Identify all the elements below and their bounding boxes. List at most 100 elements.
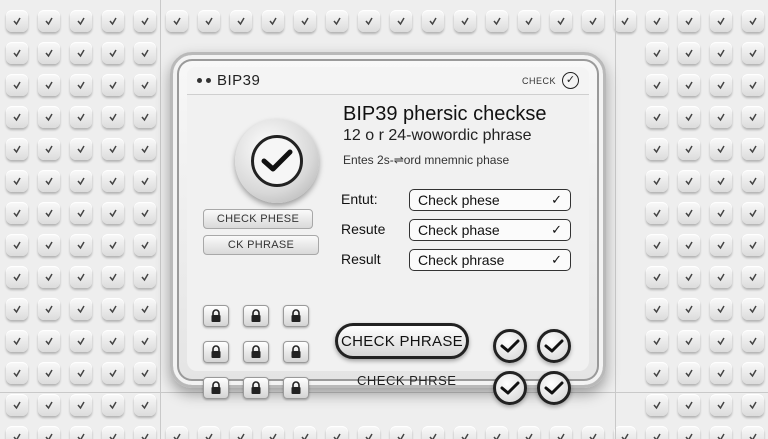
background-key-icon bbox=[678, 298, 700, 320]
background-key-icon bbox=[38, 394, 60, 416]
titlebar-check-label: CHECK bbox=[521, 75, 556, 86]
background-key-icon bbox=[678, 426, 700, 439]
background-key-icon bbox=[102, 202, 124, 224]
check-circle-icon[interactable] bbox=[493, 329, 527, 363]
background-key-icon bbox=[550, 10, 572, 32]
lock-icon[interactable] bbox=[243, 341, 269, 363]
lock-icon[interactable] bbox=[203, 377, 229, 399]
phrase-input-field[interactable]: Check phese ✓ bbox=[409, 189, 571, 211]
background-key-icon bbox=[134, 266, 156, 288]
background-key-icon bbox=[678, 106, 700, 128]
background-key-icon bbox=[38, 234, 60, 256]
background-key-icon bbox=[102, 394, 124, 416]
background-key-icon bbox=[678, 266, 700, 288]
background-key-icon bbox=[102, 266, 124, 288]
lock-icon[interactable] bbox=[283, 305, 309, 327]
background-key-icon bbox=[646, 42, 668, 64]
background-key-icon bbox=[742, 42, 764, 64]
lock-icon[interactable] bbox=[283, 341, 309, 363]
window-dot[interactable] bbox=[197, 78, 202, 83]
checkmark-icon bbox=[251, 135, 303, 187]
background-key-icon bbox=[486, 10, 508, 32]
background-key-icon bbox=[38, 138, 60, 160]
background-key-icon bbox=[134, 42, 156, 64]
background-key-icon bbox=[198, 426, 220, 439]
background-key-icon bbox=[134, 138, 156, 160]
check-phrase-button[interactable]: CHECK PHRASE bbox=[335, 323, 469, 359]
background-key-icon bbox=[742, 234, 764, 256]
lock-grid bbox=[203, 305, 309, 399]
background-key-icon bbox=[742, 202, 764, 224]
background-key-icon bbox=[358, 426, 380, 439]
result-field-2[interactable]: Check phrase ✓ bbox=[409, 249, 571, 271]
background-key-icon bbox=[70, 266, 92, 288]
background-key-icon bbox=[70, 426, 92, 439]
circuit-trace bbox=[160, 0, 161, 439]
field-value: Check phese bbox=[418, 192, 500, 208]
field-value: Check phase bbox=[418, 222, 500, 238]
lock-icon[interactable] bbox=[283, 377, 309, 399]
background-key-icon bbox=[38, 426, 60, 439]
check-icon: ✓ bbox=[551, 222, 562, 237]
window-titlebar: BIP39 CHECK ✓ bbox=[187, 67, 589, 95]
background-key-icon bbox=[358, 10, 380, 32]
check-circle-icon[interactable] bbox=[537, 371, 571, 405]
background-key-icon bbox=[294, 426, 316, 439]
background-key-icon bbox=[134, 10, 156, 32]
background-key-icon bbox=[38, 362, 60, 384]
app-title: BIP39 bbox=[217, 72, 261, 89]
background-key-icon bbox=[102, 138, 124, 160]
background-key-icon bbox=[230, 10, 252, 32]
background-key-icon bbox=[710, 298, 732, 320]
lock-icon[interactable] bbox=[203, 341, 229, 363]
background-key-icon bbox=[70, 74, 92, 96]
check-phrase-pill[interactable]: CHECK PHESE bbox=[203, 209, 313, 229]
row-label-input: Entut: bbox=[341, 191, 378, 207]
background-key-icon bbox=[646, 330, 668, 352]
circuit-trace bbox=[0, 392, 768, 393]
window-dot[interactable] bbox=[206, 78, 211, 83]
background-key-icon bbox=[134, 394, 156, 416]
background-key-icon bbox=[710, 266, 732, 288]
page-title: BIP39 phersic checkse bbox=[343, 103, 547, 125]
background-key-icon bbox=[710, 10, 732, 32]
background-key-icon bbox=[6, 138, 28, 160]
lock-icon[interactable] bbox=[203, 305, 229, 327]
check-circle-icon[interactable] bbox=[537, 329, 571, 363]
background-key-icon bbox=[742, 426, 764, 439]
background-key-icon bbox=[710, 394, 732, 416]
background-key-icon bbox=[102, 426, 124, 439]
background-key-icon bbox=[614, 10, 636, 32]
background-key-icon bbox=[70, 394, 92, 416]
lock-icon[interactable] bbox=[243, 305, 269, 327]
titlebar-check[interactable]: CHECK ✓ bbox=[522, 72, 579, 89]
check-circle-icon[interactable] bbox=[493, 371, 527, 405]
background-key-icon bbox=[678, 42, 700, 64]
background-key-icon bbox=[6, 362, 28, 384]
background-key-icon bbox=[742, 10, 764, 32]
background-key-icon bbox=[710, 170, 732, 192]
bip39-checker-window: BIP39 CHECK ✓ BIP39 phersic checkse 12 o… bbox=[170, 52, 606, 405]
background-key-icon bbox=[646, 10, 668, 32]
background-key-icon bbox=[710, 74, 732, 96]
background-key-icon bbox=[742, 298, 764, 320]
background-key-icon bbox=[6, 170, 28, 192]
result-field-1[interactable]: Check phase ✓ bbox=[409, 219, 571, 241]
background-key-icon bbox=[38, 202, 60, 224]
window-controls[interactable] bbox=[197, 78, 211, 83]
background-key-icon bbox=[6, 234, 28, 256]
background-key-icon bbox=[518, 426, 540, 439]
background-key-icon bbox=[390, 426, 412, 439]
background-key-icon bbox=[646, 298, 668, 320]
background-key-icon bbox=[6, 426, 28, 439]
background-key-icon bbox=[102, 362, 124, 384]
check-phrase-pill-secondary[interactable]: CK PHRASE bbox=[203, 235, 319, 255]
background-key-icon bbox=[6, 10, 28, 32]
background-key-icon bbox=[454, 10, 476, 32]
lock-icon[interactable] bbox=[243, 377, 269, 399]
background-key-icon bbox=[710, 202, 732, 224]
check-circle-icon[interactable]: ✓ bbox=[562, 72, 579, 89]
check-phrase-link[interactable]: CHECK PHRSE bbox=[357, 373, 456, 388]
background-key-icon bbox=[38, 330, 60, 352]
background-key-icon bbox=[646, 426, 668, 439]
